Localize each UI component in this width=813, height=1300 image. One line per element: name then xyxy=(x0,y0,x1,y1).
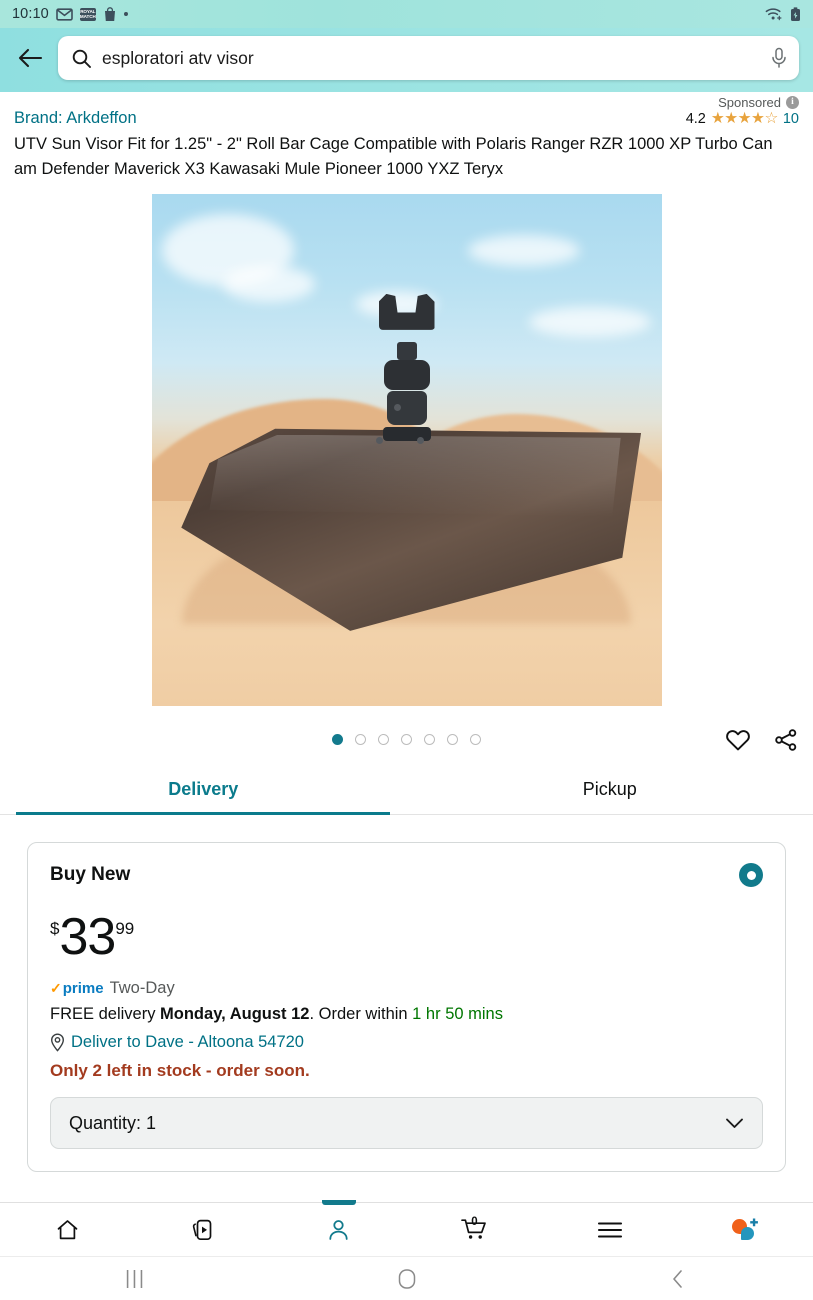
share-icon[interactable] xyxy=(773,728,799,752)
bottom-navigation: 0 ✚ xyxy=(0,1202,813,1256)
back-button[interactable] xyxy=(8,36,52,80)
carousel-dot-6[interactable] xyxy=(447,734,458,745)
visor-sheen xyxy=(209,434,621,517)
page-content: Sponsored i Brand: Arkdeffon 4.2 ★★★★ ☆ 1… xyxy=(0,92,813,1202)
price-fraction: 99 xyxy=(115,919,135,938)
buy-new-card[interactable]: Buy New $ 33 99 ✓ prime Two-Day FREE del… xyxy=(27,842,786,1172)
clamp-ball-joint xyxy=(383,360,430,391)
carousel-row xyxy=(0,706,813,751)
clamp-neck xyxy=(396,342,417,361)
product-title[interactable]: UTV Sun Visor Fit for 1.25" - 2" Roll Ba… xyxy=(0,128,813,182)
tab-delivery[interactable]: Delivery xyxy=(0,767,407,815)
prime-check-icon: ✓ xyxy=(50,980,62,996)
nav-inspire[interactable] xyxy=(136,1203,272,1256)
product-image[interactable] xyxy=(151,194,662,706)
status-bar-left: 10:10 ROYAL MATCH xyxy=(12,6,128,22)
person-icon xyxy=(326,1218,351,1242)
brand-link[interactable]: Brand: Arkdeffon xyxy=(14,109,137,128)
carousel-dot-5[interactable] xyxy=(424,734,435,745)
search-bar[interactable]: esploratori atv visor xyxy=(58,36,799,80)
app-root: 10:10 ROYAL MATCH esploratori atv visor … xyxy=(0,0,813,1300)
battery-icon xyxy=(790,6,801,22)
cart-badge: 0 xyxy=(471,1216,478,1228)
inspire-play-icon xyxy=(191,1218,216,1242)
android-back-icon xyxy=(669,1268,687,1290)
star-rating-icon[interactable]: ★★★★ ☆ xyxy=(711,109,779,128)
star-empty-icon: ☆ xyxy=(764,110,778,127)
nav-menu[interactable] xyxy=(542,1203,678,1256)
rating-group[interactable]: 4.2 ★★★★ ☆ 10 xyxy=(686,109,799,128)
nav-cart[interactable]: 0 xyxy=(407,1203,543,1256)
price-block: $ 33 99 xyxy=(50,908,763,966)
sponsored-row: Sponsored i xyxy=(0,92,813,110)
product-image-wrap xyxy=(0,182,813,706)
status-bar: 10:10 ROYAL MATCH xyxy=(0,0,813,28)
home-button[interactable] xyxy=(347,1257,467,1300)
nav-home[interactable] xyxy=(0,1203,136,1256)
buy-new-heading: Buy New xyxy=(50,864,131,885)
nav-rufus[interactable]: ✚ xyxy=(678,1203,813,1256)
search-header: esploratori atv visor xyxy=(0,28,813,92)
rufus-assistant-icon: ✚ xyxy=(732,1218,758,1241)
carousel-dot-4[interactable] xyxy=(401,734,412,745)
delivery-countdown: 1 hr 50 mins xyxy=(412,1005,503,1023)
shopping-bag-icon xyxy=(103,6,117,22)
carousel-dots[interactable] xyxy=(332,734,481,745)
brand-rating-row: Brand: Arkdeffon 4.2 ★★★★ ☆ 10 xyxy=(0,109,813,128)
chevron-down-icon xyxy=(725,1117,744,1130)
status-bar-clock: 10:10 xyxy=(12,6,49,22)
dot-icon xyxy=(123,12,128,16)
prime-speed: Two-Day xyxy=(109,979,175,997)
rating-value: 4.2 xyxy=(685,110,706,127)
delivery-mid: . Order within xyxy=(309,1005,413,1023)
buybox-header: Buy New xyxy=(50,863,763,887)
prime-badge: ✓ prime Two-Day xyxy=(50,979,763,998)
deliver-to-text: Deliver to Dave - Altoona 54720 xyxy=(71,1033,304,1051)
android-back-button[interactable] xyxy=(618,1257,738,1300)
sponsored-label: Sponsored xyxy=(718,95,781,110)
search-icon xyxy=(72,49,91,68)
android-home-icon xyxy=(397,1268,417,1290)
stock-status: Only 2 left in stock - order soon. xyxy=(50,1061,310,1080)
hamburger-menu-icon xyxy=(597,1220,623,1240)
review-count-link[interactable]: 10 xyxy=(783,111,799,127)
royal-match-icon: ROYAL MATCH xyxy=(79,7,96,21)
heart-icon[interactable] xyxy=(725,728,751,752)
tab-pickup-label: Pickup xyxy=(582,779,637,799)
carousel-dot-3[interactable] xyxy=(378,734,389,745)
recents-icon: ||| xyxy=(125,1267,146,1289)
buybox-outer: Buy New $ 33 99 ✓ prime Two-Day FREE del… xyxy=(0,815,813,1172)
clamp-body xyxy=(386,391,427,426)
delivery-promise: FREE delivery Monday, August 12. Order w… xyxy=(50,1005,763,1024)
quantity-selector[interactable]: Quantity: 1 xyxy=(50,1097,763,1149)
gmail-icon xyxy=(55,7,73,21)
product-actions xyxy=(725,728,799,752)
delivery-prefix: FREE delivery xyxy=(50,1005,161,1023)
info-icon[interactable]: i xyxy=(786,96,799,109)
recents-button[interactable]: ||| xyxy=(76,1257,196,1300)
microphone-icon[interactable] xyxy=(771,47,787,69)
carousel-dot-2[interactable] xyxy=(355,734,366,745)
deliver-to-link[interactable]: Deliver to Dave - Altoona 54720 xyxy=(50,1033,763,1052)
prime-word: prime xyxy=(62,980,104,997)
carousel-dot-7[interactable] xyxy=(470,734,481,745)
android-system-nav: ||| xyxy=(0,1256,813,1300)
tab-pickup[interactable]: Pickup xyxy=(407,767,813,814)
carousel-dot-1[interactable] xyxy=(332,734,343,745)
price-currency: $ xyxy=(50,919,60,938)
home-icon xyxy=(55,1218,80,1242)
nav-account[interactable] xyxy=(271,1203,407,1256)
price-whole: 33 xyxy=(59,908,116,966)
quantity-label: Quantity: 1 xyxy=(69,1112,157,1133)
fulfillment-tabs: Delivery Pickup xyxy=(0,767,813,815)
search-input[interactable]: esploratori atv visor xyxy=(102,48,760,69)
status-bar-right xyxy=(765,6,801,22)
wifi-icon xyxy=(765,7,783,21)
delivery-date: Monday, August 12 xyxy=(160,1005,310,1023)
location-pin-icon xyxy=(50,1033,65,1052)
buy-new-radio[interactable] xyxy=(739,863,763,887)
tab-delivery-label: Delivery xyxy=(168,779,239,799)
royal-line-2: MATCH xyxy=(79,14,96,19)
